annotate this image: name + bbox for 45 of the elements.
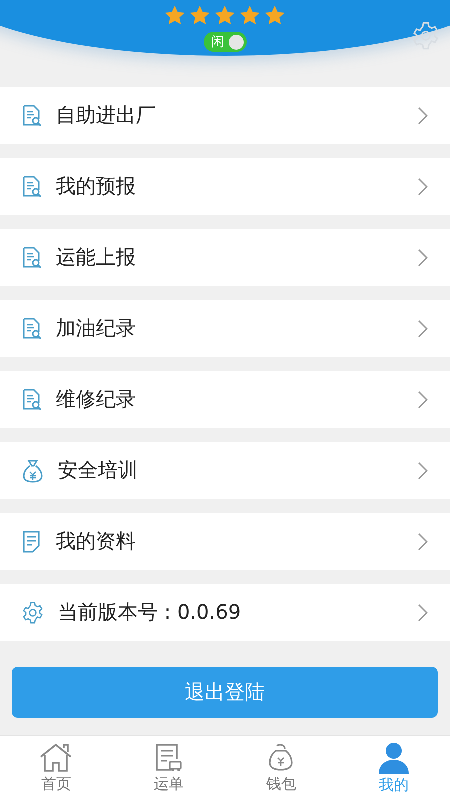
document-search-icon (22, 104, 42, 126)
document-icon (22, 530, 42, 552)
chevron-right-icon (418, 532, 428, 550)
tab-bar-item[interactable]: 首页 (0, 736, 112, 800)
menu-item[interactable]: 我的资料 (0, 513, 450, 570)
document-search-icon (22, 176, 42, 198)
tab-bar-item[interactable]: 运单 (112, 736, 225, 800)
menu-item[interactable]: 当前版本号 : 0.0.69 (0, 584, 450, 641)
menu-label: 加油纪录 (56, 315, 137, 342)
star-icon (239, 5, 261, 26)
tab-bar-item[interactable]: 钱包 (225, 736, 338, 800)
menu-item[interactable]: 我的预报 (0, 158, 450, 215)
chevron-right-icon (418, 320, 428, 338)
menu-item[interactable]: 加油纪录 (0, 300, 450, 357)
star-icon (189, 5, 211, 26)
document-search-icon (22, 246, 42, 268)
menu-label: 我的预报 (56, 173, 137, 200)
chevron-right-icon (418, 462, 428, 480)
menu-label: 当前版本号 : 0.0.69 (58, 599, 242, 626)
document-search-icon (22, 318, 42, 340)
menu-item[interactable]: 维修纪录 (0, 371, 450, 428)
list-truck-icon (154, 742, 183, 772)
user-icon (378, 742, 410, 774)
chevron-right-icon (418, 390, 428, 408)
menu-label: 维修纪录 (56, 386, 137, 413)
star-icon (214, 5, 236, 26)
home-icon (38, 742, 74, 772)
menu-item[interactable]: 自助进出厂 (0, 87, 450, 144)
menu-label: 安全培训 (58, 457, 139, 484)
menu-label: 运能上报 (56, 244, 137, 271)
menu-item[interactable]: 安全培训 (0, 442, 450, 499)
menu-item[interactable]: 运能上报 (0, 229, 450, 286)
chevron-right-icon (418, 178, 428, 196)
menu-label: 自助进出厂 (56, 102, 157, 129)
money-bag-icon (22, 458, 44, 482)
chevron-right-icon (418, 248, 428, 266)
menu-label: 我的资料 (56, 528, 137, 555)
chevron-right-icon (418, 106, 428, 124)
document-search-icon (22, 388, 42, 410)
star-icon (164, 5, 186, 26)
settings-icon[interactable] (412, 22, 440, 50)
chevron-right-icon (418, 604, 428, 622)
star-icon (264, 5, 286, 26)
money-bag-icon (267, 742, 296, 772)
settings-icon (22, 602, 44, 624)
